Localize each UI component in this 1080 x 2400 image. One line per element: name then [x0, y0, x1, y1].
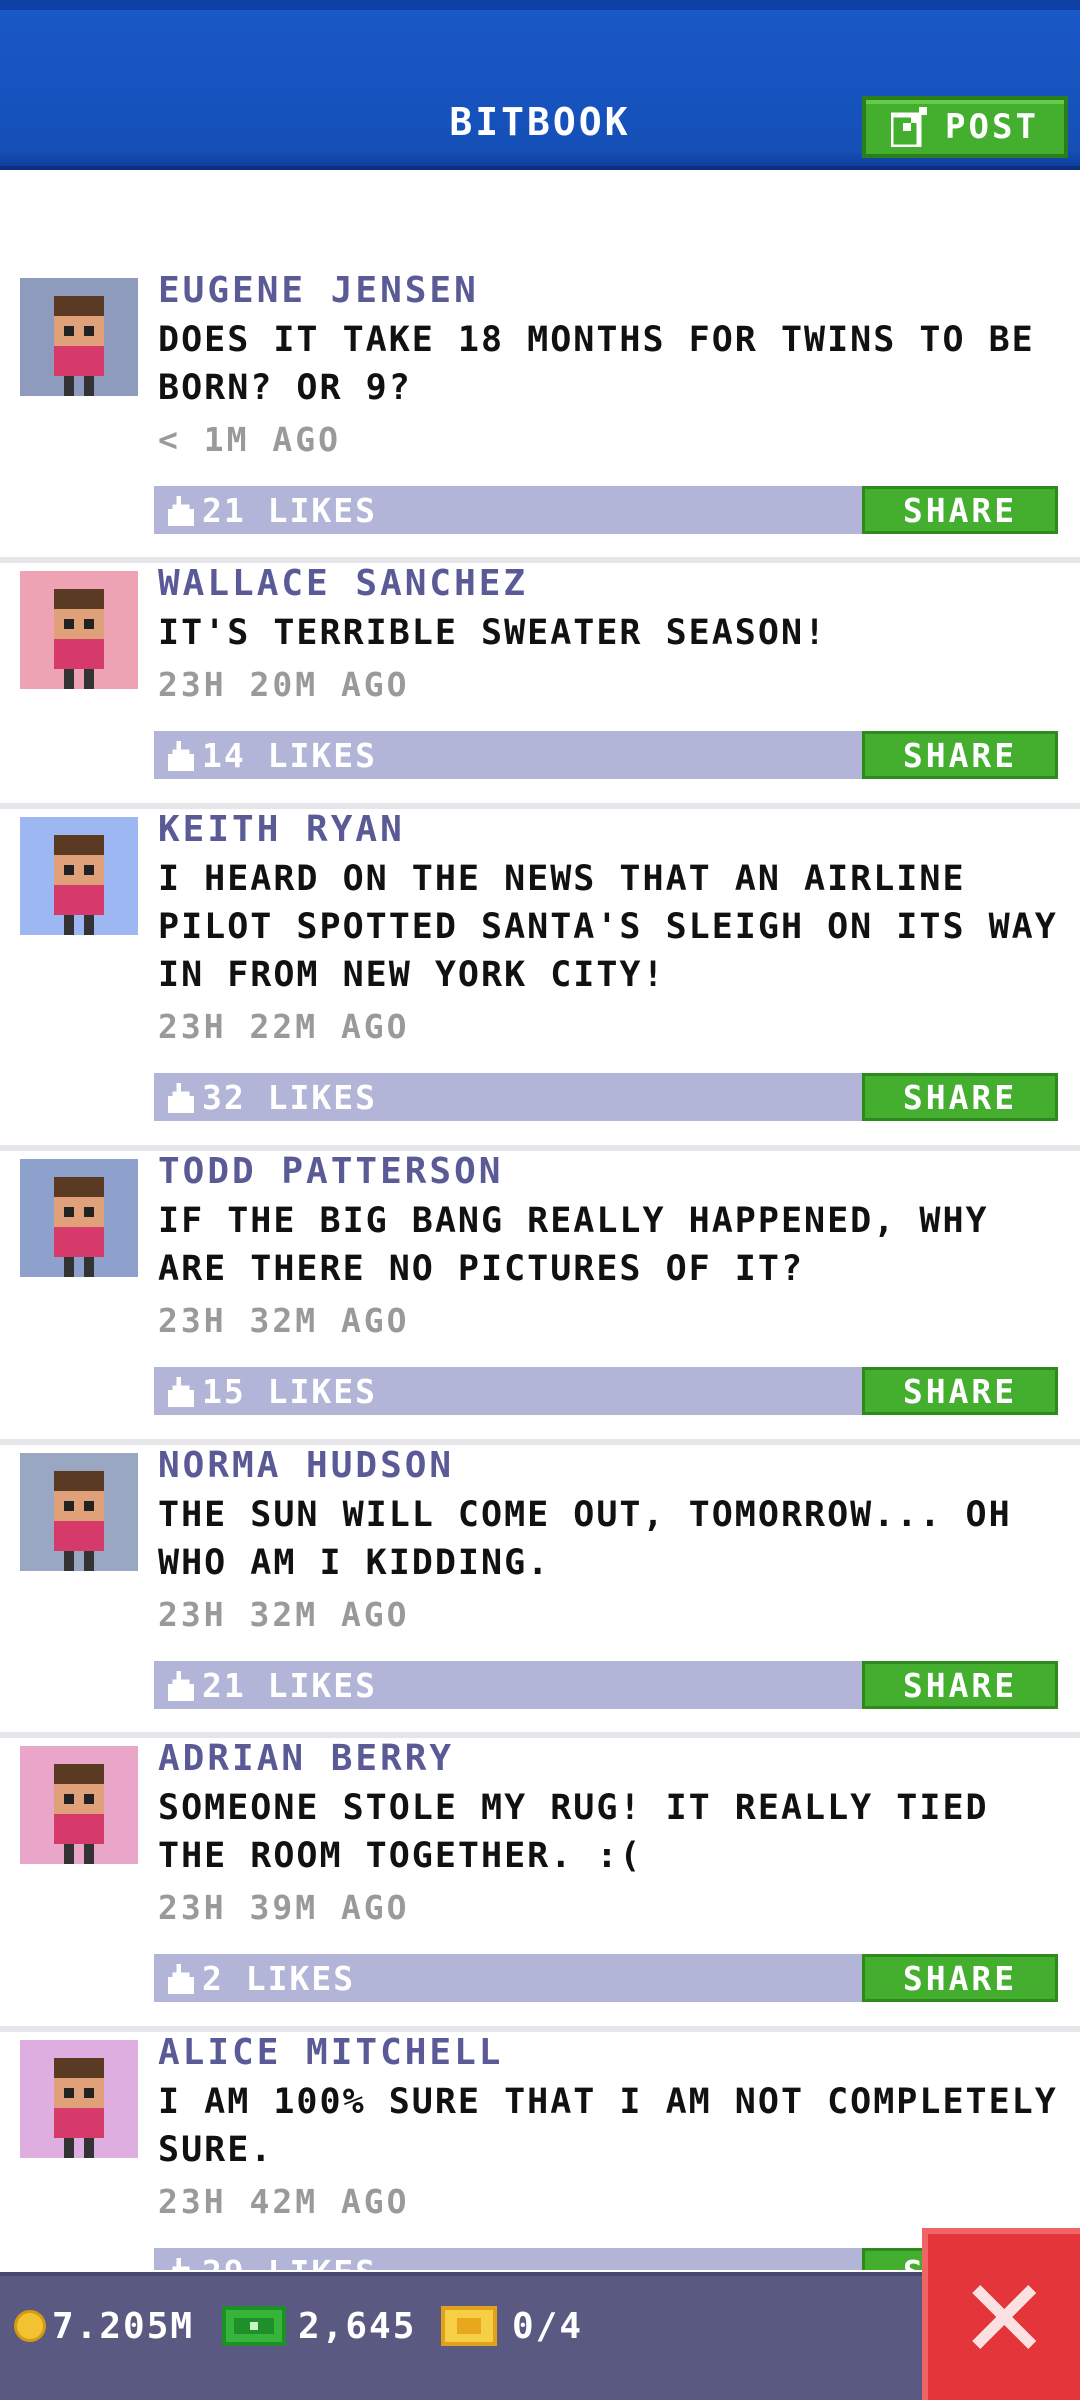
post-author[interactable]: TODD PATTERSON	[158, 1151, 503, 1192]
post-author[interactable]: ALICE MITCHELL	[158, 2032, 503, 2073]
share-button[interactable]: SHARE	[862, 1367, 1058, 1415]
post-author[interactable]: ADRIAN BERRY	[158, 1738, 454, 1779]
like-bar[interactable]: 14 LIKES SHARE	[154, 731, 1058, 779]
post-message: IF THE BIG BANG REALLY HAPPENED, WHY ARE…	[158, 1201, 989, 1289]
post-author[interactable]: KEITH RYAN	[158, 809, 405, 850]
cash-icon	[222, 2306, 286, 2346]
thumb-up-icon	[168, 1376, 194, 1407]
post-message: IT'S TERRIBLE SWEATER SEASON!	[158, 613, 828, 653]
avatar[interactable]	[20, 571, 138, 689]
avatar[interactable]	[20, 817, 138, 935]
feed-post: ALICE MITCHELL I AM 100% SURE THAT I AM N…	[0, 2032, 1080, 2270]
like-bar[interactable]: 21 LIKES SHARE	[154, 486, 1058, 534]
like-count-label: 14 LIKES	[202, 736, 377, 775]
share-button-label: SHARE	[902, 1077, 1018, 1117]
like-count: 21 LIKES	[168, 491, 377, 530]
like-bar[interactable]: 15 LIKES SHARE	[154, 1367, 1058, 1415]
avatar[interactable]	[20, 1159, 138, 1277]
like-count: 14 LIKES	[168, 736, 377, 775]
like-bar[interactable]: 21 LIKES SHARE	[154, 1661, 1058, 1709]
tickets-counter: 0/4	[440, 2276, 583, 2376]
post-timestamp: 23H 39M AGO	[158, 1888, 410, 1927]
like-bar[interactable]: 32 LIKES SHARE	[154, 1073, 1058, 1121]
share-button[interactable]: SHARE	[862, 731, 1058, 779]
bux-counter: 2,645	[222, 2276, 416, 2376]
post-timestamp: 23H 32M AGO	[158, 1595, 410, 1634]
share-button[interactable]: SHARE	[862, 1954, 1058, 2002]
feed-post: TODD PATTERSON IF THE BIG BANG REALLY HAP…	[0, 1151, 1080, 1445]
avatar[interactable]	[20, 2040, 138, 2158]
like-bar[interactable]: 2 LIKES SHARE	[154, 1954, 1058, 2002]
share-button[interactable]: SHARE	[862, 1661, 1058, 1709]
tickets-value: 0/4	[512, 2305, 584, 2347]
like-count-label: 2 LIKES	[202, 1959, 356, 1998]
feed-post: KEITH RYAN I HEARD ON THE NEWS THAT AN AI…	[0, 809, 1080, 1151]
post-timestamp: 23H 22M AGO	[158, 1007, 410, 1046]
app-header: BITBOOK POST	[0, 0, 1080, 170]
like-count: 29 LIKES	[168, 2253, 377, 2270]
close-button[interactable]	[922, 2228, 1080, 2400]
share-button[interactable]: SHARE	[862, 486, 1058, 534]
post-timestamp: < 1M AGO	[158, 420, 341, 459]
like-count-label: 15 LIKES	[202, 1372, 377, 1411]
close-icon	[972, 2285, 1036, 2349]
coin-icon	[14, 2310, 46, 2342]
bux-value: 2,645	[298, 2305, 417, 2347]
like-count-label: 29 LIKES	[202, 2253, 377, 2270]
post-timestamp: 23H 20M AGO	[158, 665, 410, 704]
post-author[interactable]: WALLACE SANCHEZ	[158, 563, 528, 604]
post-button-label: POST	[945, 107, 1039, 147]
like-count: 15 LIKES	[168, 1372, 377, 1411]
feed-post: NORMA HUDSON THE SUN WILL COME OUT, TOMOR…	[0, 1445, 1080, 1738]
avatar[interactable]	[20, 278, 138, 396]
coins-counter: 7.205M	[14, 2276, 194, 2376]
share-button-label: SHARE	[902, 1665, 1018, 1705]
share-button-label: SHARE	[902, 1958, 1018, 1998]
share-button-label: SHARE	[902, 1371, 1018, 1411]
post-author[interactable]: NORMA HUDSON	[158, 1445, 454, 1486]
avatar[interactable]	[20, 1746, 138, 1864]
edit-icon	[891, 107, 928, 147]
post-message: THE SUN WILL COME OUT, TOMORROW... OH WH…	[158, 1495, 1012, 1583]
like-count: 2 LIKES	[168, 1959, 355, 1998]
post-message: I AM 100% SURE THAT I AM NOT COMPLETELY …	[158, 2082, 1058, 2170]
thumb-up-icon	[168, 740, 194, 771]
feed-post: ADRIAN BERRY SOMEONE STOLE MY RUG! IT REA…	[0, 1738, 1080, 2032]
post-message: SOMEONE STOLE MY RUG! IT REALLY TIED THE…	[158, 1788, 989, 1876]
thumb-up-icon	[168, 1082, 194, 1113]
post-author[interactable]: EUGENE JENSEN	[158, 270, 479, 311]
like-count-label: 32 LIKES	[202, 1078, 377, 1117]
post-timestamp: 23H 42M AGO	[158, 2182, 410, 2221]
post-feed[interactable]: EUGENE JENSEN DOES IT TAKE 18 MONTHS FOR …	[0, 170, 1080, 2270]
feed-post: EUGENE JENSEN DOES IT TAKE 18 MONTHS FOR …	[0, 270, 1080, 563]
like-count-label: 21 LIKES	[202, 491, 377, 530]
like-count: 32 LIKES	[168, 1078, 377, 1117]
like-count: 21 LIKES	[168, 1666, 377, 1705]
share-button-label: SHARE	[902, 735, 1018, 775]
feed-post: WALLACE SANCHEZ IT'S TERRIBLE SWEATER SEA…	[0, 563, 1080, 809]
thumb-up-icon	[168, 1963, 194, 1994]
status-bar: 7.205M 2,645 0/4	[0, 2272, 1080, 2400]
avatar[interactable]	[20, 1453, 138, 1571]
like-count-label: 21 LIKES	[202, 1666, 377, 1705]
thumb-up-icon	[168, 1670, 194, 1701]
thumb-up-icon	[172, 2257, 190, 2270]
post-message: I HEARD ON THE NEWS THAT AN AIRLINE PILO…	[158, 859, 1058, 995]
post-message: DOES IT TAKE 18 MONTHS FOR TWINS TO BE B…	[158, 320, 1035, 408]
coins-value: 7.205M	[52, 2305, 195, 2347]
thumb-up-icon	[168, 495, 194, 526]
post-timestamp: 23H 32M AGO	[158, 1301, 410, 1340]
ticket-icon	[441, 2306, 497, 2346]
share-button[interactable]: SHARE	[862, 1073, 1058, 1121]
share-button-label: SHARE	[902, 490, 1018, 530]
post-button[interactable]: POST	[862, 96, 1068, 158]
